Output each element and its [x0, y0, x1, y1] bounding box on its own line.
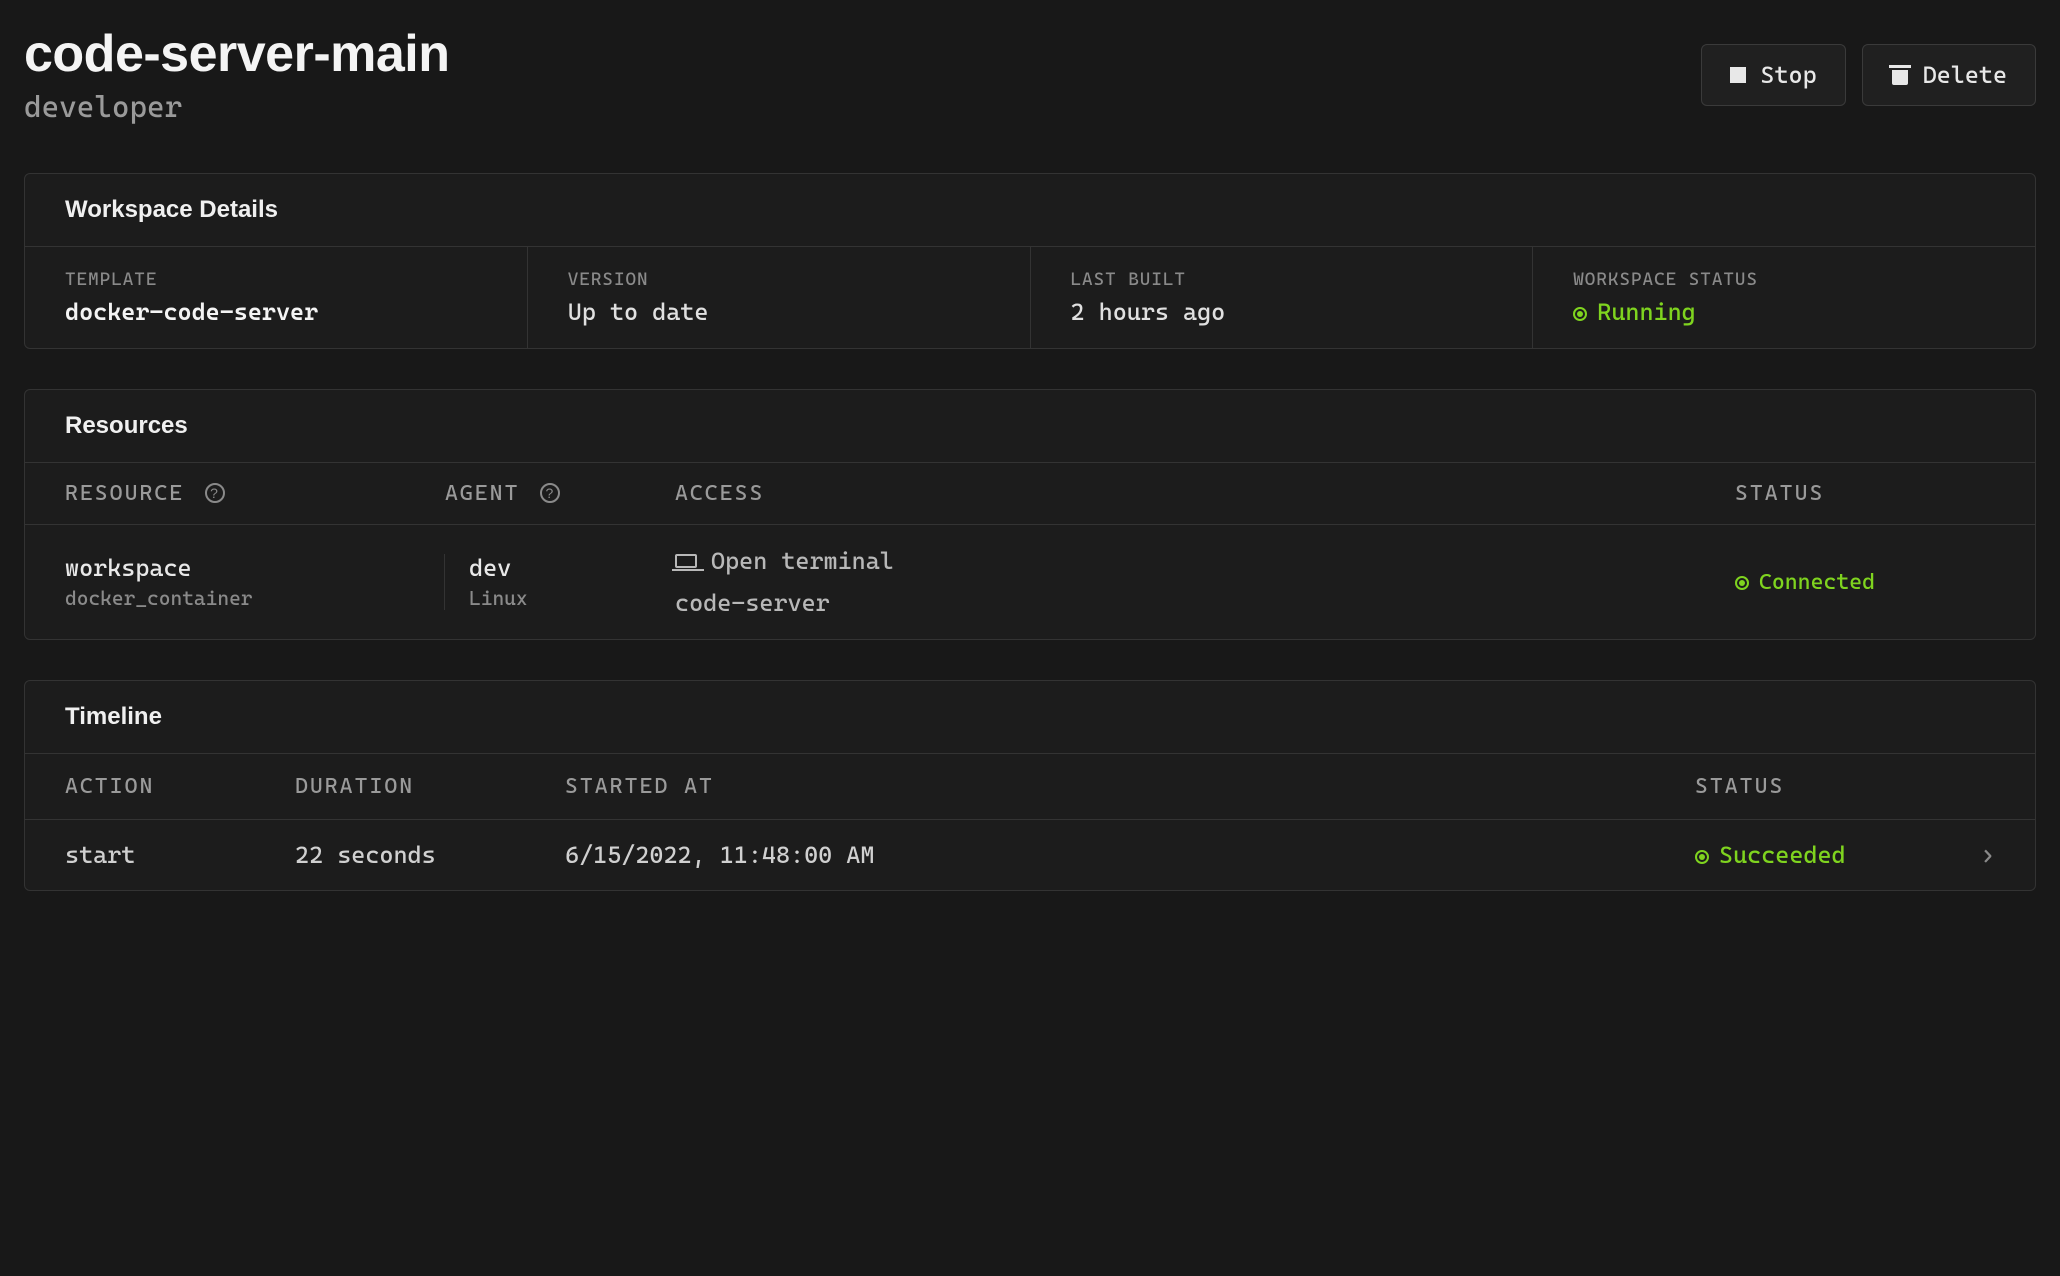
resources-head-access: ACCESS — [675, 481, 1735, 506]
trash-icon — [1891, 65, 1909, 85]
last-built-label: LAST BUILT — [1071, 269, 1493, 290]
resource-status: Connected — [1735, 570, 1995, 595]
agent-name: dev — [469, 554, 675, 582]
delete-button[interactable]: Delete — [1862, 44, 2036, 106]
version-value: Up to date — [568, 298, 990, 326]
timeline-card: Timeline ACTION DURATION STARTED AT STAT… — [24, 680, 2036, 891]
resources-head-status: STATUS — [1735, 481, 1995, 506]
resources-title: Resources — [25, 390, 2035, 463]
resources-head-resource: RESOURCE — [65, 481, 184, 506]
status-dot-icon — [1573, 307, 1587, 321]
timeline-head-started: STARTED AT — [565, 774, 1695, 799]
delete-button-label: Delete — [1923, 61, 2007, 89]
code-server-link[interactable]: code-server — [675, 589, 1735, 617]
page-title: code-server-main — [24, 24, 450, 84]
timeline-status: Succeeded — [1695, 841, 1955, 869]
stop-button[interactable]: Stop — [1701, 44, 1845, 106]
status-dot-icon — [1735, 576, 1749, 590]
status-dot-icon — [1695, 850, 1709, 864]
timeline-head-duration: DURATION — [295, 774, 565, 799]
resources-head-agent: AGENT — [445, 481, 519, 506]
help-icon[interactable]: ? — [205, 483, 225, 503]
chevron-right-icon: › — [1980, 840, 1995, 870]
timeline-duration: 22 seconds — [295, 841, 565, 869]
workspace-details-title: Workspace Details — [25, 174, 2035, 247]
last-built-value: 2 hours ago — [1071, 298, 1493, 326]
timeline-started-at: 6/15/2022, 11:48:00 AM — [565, 841, 1695, 869]
stop-button-label: Stop — [1760, 61, 1816, 89]
template-value: docker-code-server — [65, 298, 487, 326]
template-label: TEMPLATE — [65, 269, 487, 290]
resource-type: docker_container — [65, 586, 424, 610]
workspace-details-card: Workspace Details TEMPLATE docker-code-s… — [24, 173, 2036, 349]
workspace-status-label: WORKSPACE STATUS — [1573, 269, 1995, 290]
timeline-head-action: ACTION — [65, 774, 295, 799]
help-icon[interactable]: ? — [540, 483, 560, 503]
timeline-action: start — [65, 841, 295, 869]
timeline-head-status: STATUS — [1695, 774, 1955, 799]
laptop-icon — [675, 554, 697, 568]
timeline-row[interactable]: start 22 seconds 6/15/2022, 11:48:00 AM … — [25, 820, 2035, 890]
version-label: VERSION — [568, 269, 990, 290]
stop-icon — [1730, 67, 1746, 83]
open-terminal-link[interactable]: Open terminal — [675, 547, 1735, 575]
resource-row: workspace docker_container dev Linux Ope… — [25, 525, 2035, 639]
timeline-title: Timeline — [25, 681, 2035, 754]
resources-card: Resources RESOURCE ? AGENT ? ACCESS STAT… — [24, 389, 2036, 640]
page-subtitle: developer — [24, 90, 450, 125]
resource-name: workspace — [65, 554, 424, 582]
agent-os: Linux — [469, 586, 675, 610]
workspace-status-value: Running — [1573, 298, 1995, 326]
